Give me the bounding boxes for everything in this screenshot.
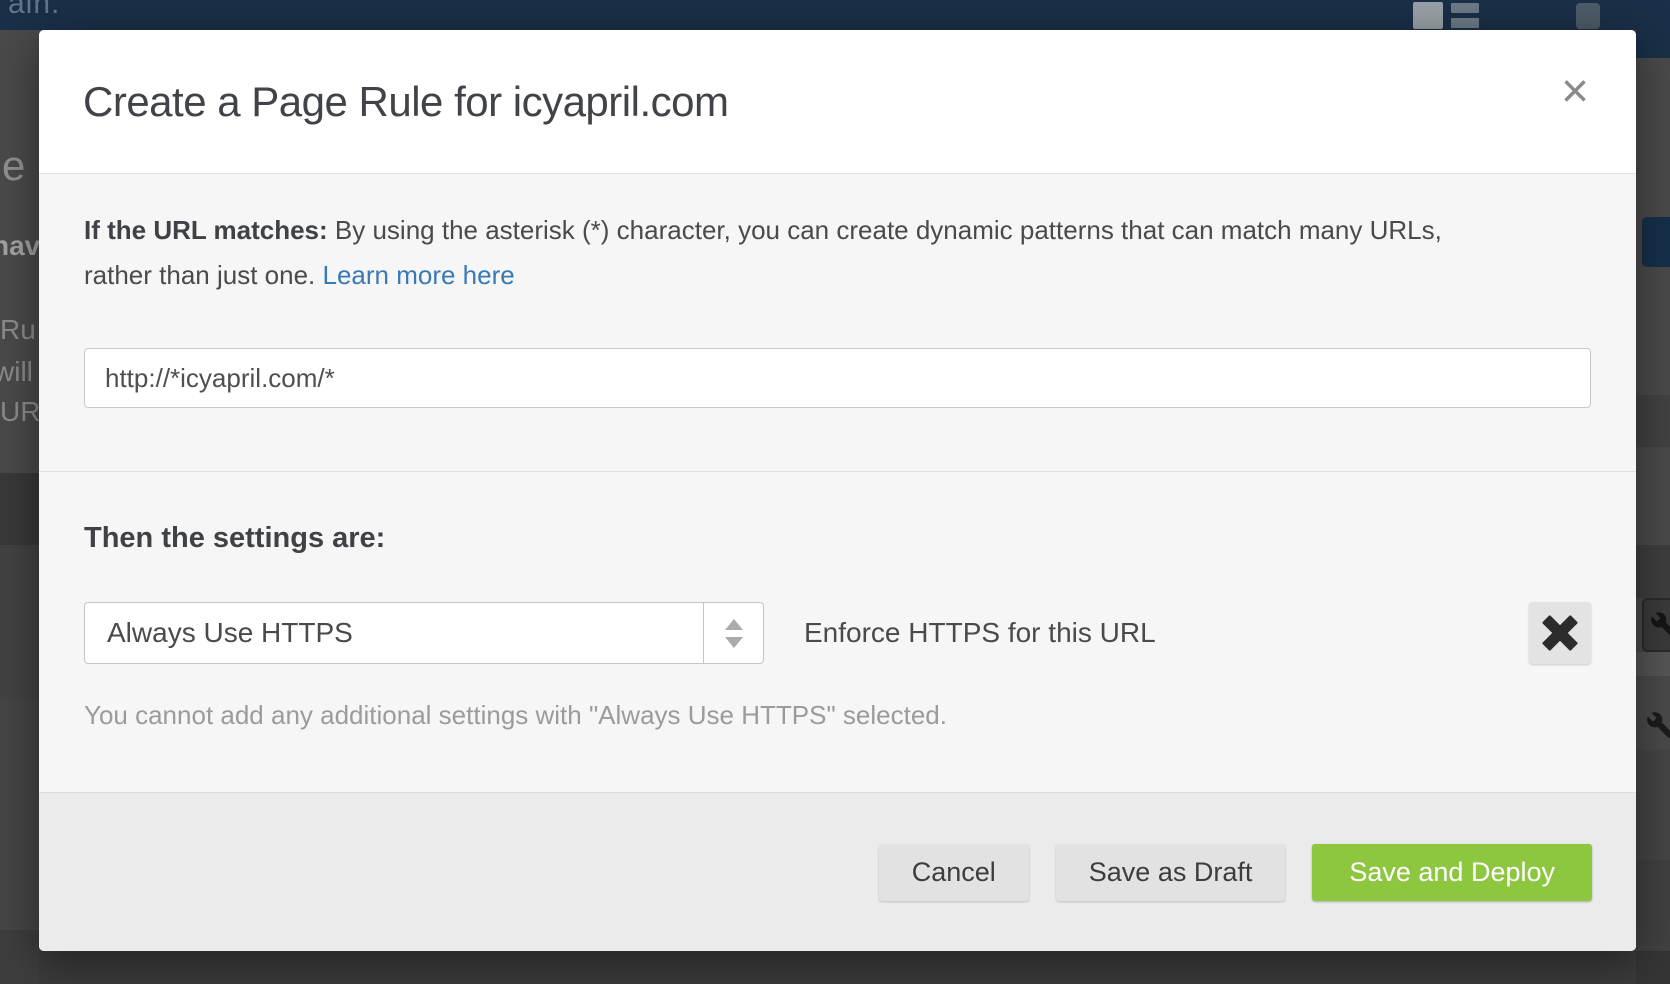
background-band [1636,652,1670,676]
stepper-up-icon [725,619,743,630]
background-band [0,545,39,700]
modal-title: Create a Page Rule for icyapril.com [83,78,728,126]
background-band [1636,750,1670,860]
background-text-fragment: e [2,142,25,190]
page: ain. e nav Ru will UR Create a Page Ru [0,0,1670,984]
background-band [0,930,39,984]
background-top-navbar: ain. [0,0,1670,30]
remove-setting-button[interactable] [1529,602,1591,664]
background-navbar-edge [1636,30,1670,58]
background-text-fragment: ain. [8,0,60,21]
background-table-band [0,473,39,545]
background-right-overlay [1636,58,1670,984]
background-band [1636,860,1670,951]
wrench-icon [1646,700,1670,750]
background-text-fragment: will [0,356,33,388]
setting-description: Enforce HTTPS for this URL [804,617,1529,649]
background-text-fragment: nav [0,230,39,262]
save-and-deploy-button[interactable]: Save and Deploy [1312,844,1592,901]
close-icon[interactable]: × [1561,68,1589,116]
url-match-text: If the URL matches: By using the asteris… [84,208,1454,298]
background-bottom-overlay [39,951,1636,984]
create-page-rule-modal: Create a Page Rule for icyapril.com × If… [39,30,1636,951]
modal-footer: Cancel Save as Draft Save and Deploy [39,792,1636,951]
url-pattern-input[interactable] [84,348,1591,408]
url-match-label: If the URL matches: [84,215,328,245]
remove-setting-icon [1543,616,1577,650]
settings-section: Then the settings are: Always Use HTTPS … [39,471,1636,792]
setting-row: Always Use HTTPS Enforce HTTPS for this … [84,602,1591,664]
background-band [1636,395,1670,447]
learn-more-link[interactable]: Learn more here [322,260,514,290]
background-band [0,700,39,930]
background-text-fragment: Ru [0,314,36,346]
background-partial-button [1642,217,1670,267]
wrench-icon [1642,598,1670,652]
setting-note: You cannot add any additional settings w… [84,700,1591,731]
modal-header: Create a Page Rule for icyapril.com × [39,30,1636,173]
layout-grid-icon [1413,2,1487,29]
select-stepper[interactable] [703,603,763,663]
cancel-button[interactable]: Cancel [879,844,1029,901]
setting-select[interactable]: Always Use HTTPS [84,602,764,664]
save-as-draft-button[interactable]: Save as Draft [1056,844,1286,901]
background-band [1636,545,1670,598]
navbar-partial-icon [1576,3,1600,29]
background-left-overlay: e nav Ru will UR [0,30,39,984]
background-text-fragment: UR [0,396,39,428]
url-match-section: If the URL matches: By using the asteris… [39,173,1636,471]
stepper-down-icon [725,637,743,648]
settings-heading: Then the settings are: [84,522,1591,555]
setting-select-value: Always Use HTTPS [85,603,703,663]
background-band [1636,951,1670,984]
